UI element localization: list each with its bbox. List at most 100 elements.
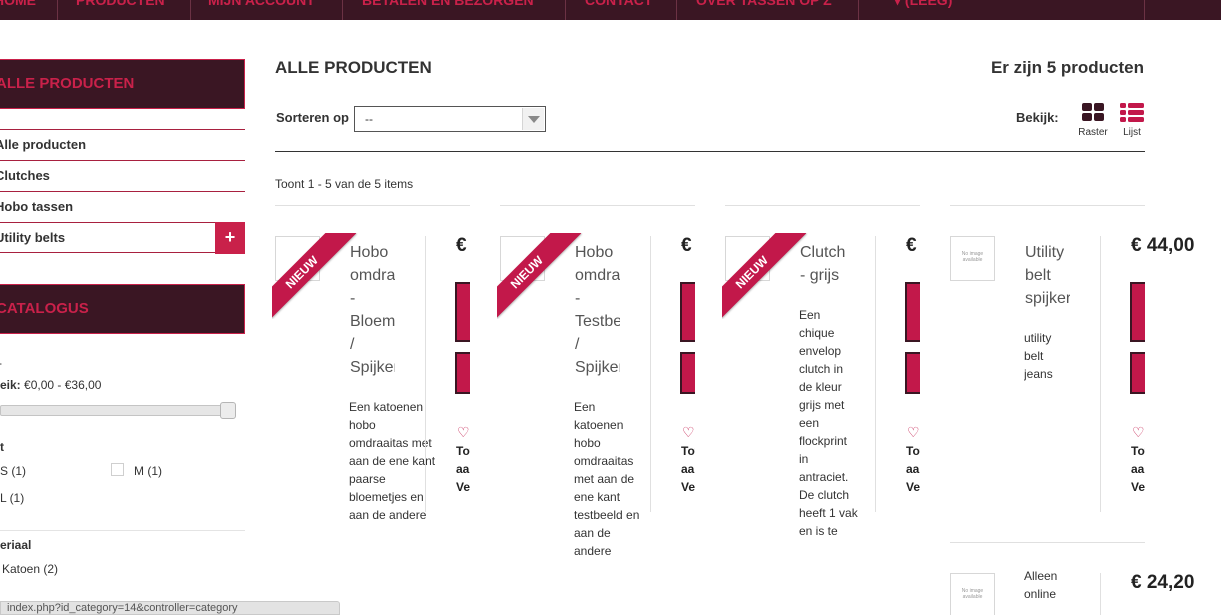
new-badge-label: NIEUW [507, 253, 546, 292]
product-name[interactable]: Clutch - grijs [800, 241, 845, 291]
product-price: € 0,00 [906, 235, 920, 256]
price-filter-dash: - [0, 356, 2, 370]
size-option-s[interactable]: S (1) [0, 464, 26, 478]
nav-over-tassen[interactable]: OVER TASSEN OP Z [696, 0, 844, 12]
new-badge-label: NIEUW [282, 253, 321, 292]
product-divider [425, 236, 426, 512]
nav-separator [858, 0, 859, 20]
view-product-button[interactable] [680, 352, 695, 394]
filter-divider [0, 530, 245, 531]
price-slider[interactable] [0, 402, 236, 419]
view-product-button[interactable] [905, 352, 920, 394]
product-top-border [950, 542, 1145, 543]
price-range-value: €0,00 - €36,00 [24, 378, 102, 392]
view-grid-button[interactable]: Raster [1075, 102, 1111, 138]
product-count: Er zijn 5 producten [990, 58, 1144, 77]
list-icon [1120, 103, 1144, 122]
view-grid-label: Raster [1078, 127, 1108, 138]
category-label: Alle producten [0, 137, 87, 152]
product-price: € 0,00 [681, 235, 695, 256]
size-option-m[interactable]: M (1) [134, 464, 162, 478]
cart-icon: ▾ [894, 0, 905, 8]
sort-label: Sorteren op [276, 110, 349, 125]
product-divider [1100, 573, 1101, 615]
sort-select-value: -- [365, 112, 373, 126]
product-image[interactable]: No image available [950, 236, 995, 281]
wishlist-heart-icon[interactable]: ♡ [457, 424, 470, 441]
add-to-cart-button[interactable] [1130, 282, 1145, 342]
product-description: utility belt jeans [1024, 331, 1053, 381]
product-divider [875, 236, 876, 512]
cart-label: (LEEG) [904, 0, 953, 8]
grid-icon [1082, 103, 1104, 121]
sort-select[interactable]: -- [354, 106, 546, 132]
price-filter-label: eik: €0,00 - €36,00 [0, 378, 101, 392]
category-label: Clutches [0, 168, 50, 183]
no-image-placeholder: No image available [961, 251, 984, 263]
nav-separator [57, 0, 58, 20]
product-availability: Tot aan Ve [906, 444, 920, 494]
view-list-button[interactable]: Lijst [1117, 102, 1147, 138]
wishlist-heart-icon[interactable]: ♡ [1132, 424, 1145, 441]
product-top-border [950, 205, 1145, 206]
product-name[interactable]: Hobo omdraaitas - Testbeeld / Spijkersto… [575, 241, 620, 381]
nav-betalen-bezorgen[interactable]: BETALEN EN BEZORGEN [362, 0, 552, 12]
size-option-l[interactable]: L (1) [0, 491, 24, 505]
price-slider-handle[interactable] [220, 402, 236, 419]
nav-separator [676, 0, 677, 20]
product-divider [1100, 236, 1101, 512]
category-item[interactable]: Utility belts + [0, 222, 245, 254]
new-badge: NIEUW [722, 233, 808, 319]
nav-contact[interactable]: CONTACT [585, 0, 665, 12]
add-to-cart-button[interactable] [905, 282, 920, 342]
no-image-placeholder: No image available [961, 588, 984, 600]
nav-separator [1144, 0, 1145, 20]
view-label: Bekijk: [1016, 110, 1059, 125]
product-price: € 44,00 [1131, 235, 1195, 256]
category-item[interactable]: Hobo tassen [0, 191, 245, 222]
nav-separator [190, 0, 191, 20]
category-item[interactable]: Alle producten [0, 129, 245, 160]
category-label: Utility belts [0, 230, 66, 245]
page-title: ALLE PRODUCTEN [275, 58, 432, 77]
categories-block-title: ALLE PRODUCTEN [0, 59, 245, 109]
size-m-checkbox[interactable] [111, 463, 124, 476]
product-name[interactable]: Hobo omdraaitas - Bloemetjes / Spijkerst… [350, 241, 395, 381]
product-name[interactable]: Utility belt spijkerstof [1025, 241, 1070, 311]
view-product-button[interactable] [1130, 352, 1145, 394]
product-description: Een katoenen hobo omdraaitas met aan de … [574, 400, 640, 558]
chevron-down-icon [522, 108, 544, 130]
product-image[interactable]: No image available [950, 573, 995, 615]
material-filter-label: eriaal [0, 538, 32, 552]
product-price: € 24,20 [1131, 572, 1195, 593]
product-top-border [500, 205, 695, 206]
product-name[interactable]: Alleen online [1024, 567, 1079, 607]
nav-home[interactable]: HOME [0, 0, 46, 12]
category-label: Hobo tassen [0, 199, 74, 214]
cart-link[interactable]: ▾ (LEEG) [894, 0, 994, 12]
browser-status-url: index.php?id_category=14&controller=cate… [0, 601, 340, 615]
expand-plus-icon[interactable]: + [215, 222, 245, 254]
view-product-button[interactable] [455, 352, 470, 394]
showing-items-text: Toont 1 - 5 van de 5 items [275, 177, 414, 191]
product-description: Een chique envelop clutch in de kleur gr… [799, 308, 858, 538]
nav-producten[interactable]: PRODUCTEN [76, 0, 186, 12]
product-top-border [725, 205, 920, 206]
product-availability: Tot aan Ve [681, 444, 695, 494]
product-price: € 0,00 [456, 235, 470, 256]
wishlist-heart-icon[interactable]: ♡ [907, 424, 920, 441]
material-option-katoen[interactable]: Katoen (2) [2, 562, 58, 576]
category-item[interactable]: Clutches [0, 160, 245, 191]
add-to-cart-button[interactable] [455, 282, 470, 342]
nav-separator [342, 0, 343, 20]
new-badge: NIEUW [272, 233, 358, 319]
add-to-cart-button[interactable] [680, 282, 695, 342]
nav-mijn-account[interactable]: MIJN ACCOUNT [208, 0, 336, 12]
wishlist-heart-icon[interactable]: ♡ [682, 424, 695, 441]
product-availability: Tot aan Ve [456, 444, 470, 494]
size-filter-label: t [0, 440, 4, 454]
product-description: Een katoenen hobo omdraaitas met aan de … [349, 400, 436, 522]
product-top-border [275, 205, 470, 206]
product-availability: Tot aan Ve [1131, 444, 1145, 494]
nav-separator [565, 0, 566, 20]
